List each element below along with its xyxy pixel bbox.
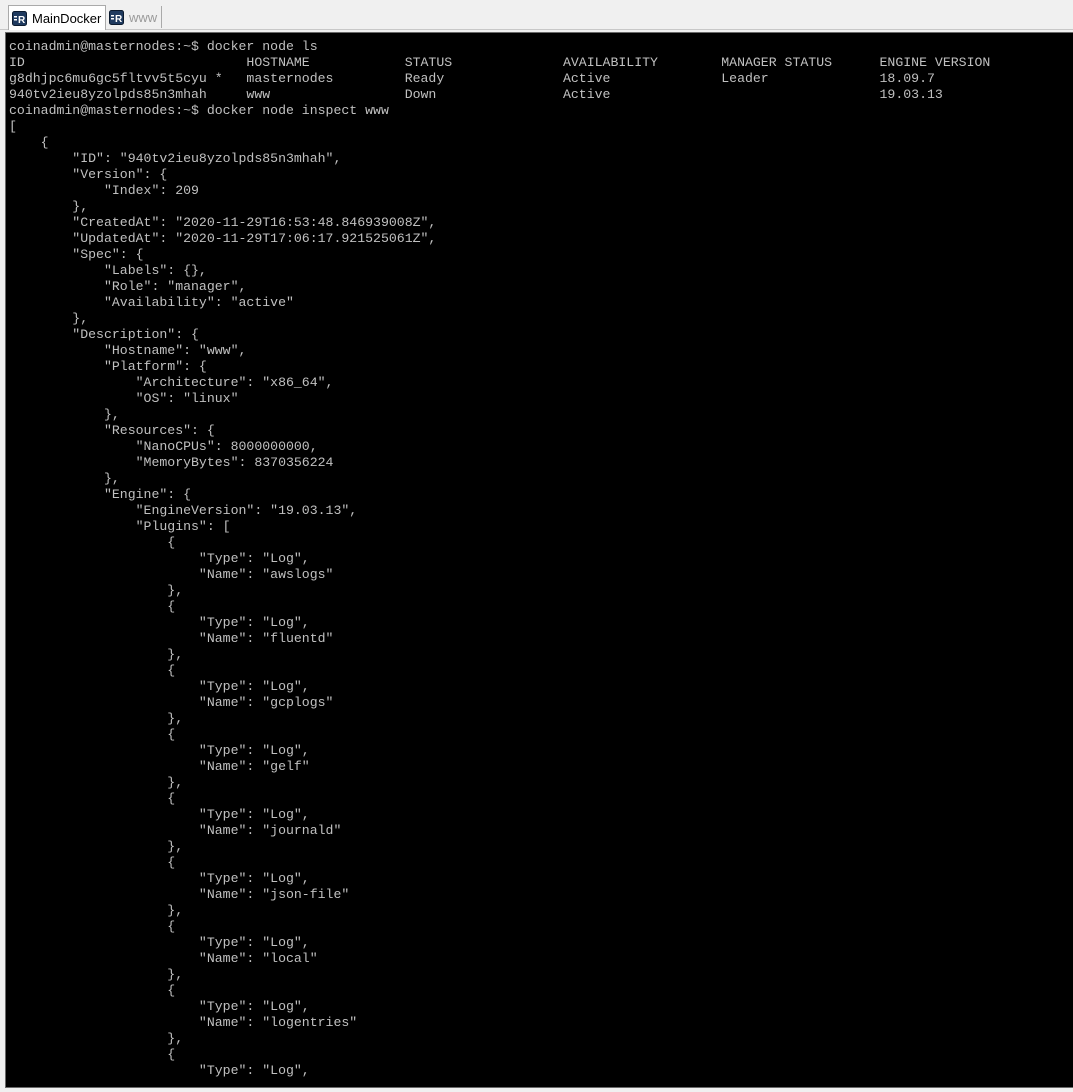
- terminal-line: "UpdatedAt": "2020-11-29T17:06:17.921525…: [9, 231, 437, 246]
- svg-text:R: R: [18, 15, 26, 26]
- terminal-line: },: [9, 311, 89, 326]
- terminal-line: },: [9, 647, 184, 662]
- terminal-line: [: [9, 119, 17, 134]
- terminal-line: {: [9, 599, 176, 614]
- app-icon: R: [12, 10, 27, 26]
- terminal-line: "Name": "awslogs": [9, 567, 334, 582]
- tab-label: www: [129, 9, 158, 25]
- terminal-line: },: [9, 903, 184, 918]
- terminal-line: "Type": "Log",: [9, 743, 310, 758]
- terminal-output[interactable]: coinadmin@masternodes:~$ docker node ls I…: [5, 32, 1073, 1088]
- tab-label: MainDocker: [32, 10, 102, 26]
- terminal-line: "EngineVersion": "19.03.13",: [9, 503, 358, 518]
- terminal-line: "Type": "Log",: [9, 551, 310, 566]
- terminal-line: },: [9, 471, 120, 486]
- terminal-line: {: [9, 135, 49, 150]
- terminal-line: "Name": "gcplogs": [9, 695, 334, 710]
- terminal-app-window: R MainDocker R www coinadmin@masternodes…: [0, 0, 1073, 1092]
- tab-www[interactable]: R www: [106, 6, 162, 28]
- terminal-line: "Name": "fluentd": [9, 631, 334, 646]
- terminal-line: },: [9, 839, 184, 854]
- terminal-line: "Availability": "active": [9, 295, 294, 310]
- terminal-line: },: [9, 711, 184, 726]
- terminal-line: {: [9, 727, 176, 742]
- terminal-line: "Name": "gelf": [9, 759, 310, 774]
- terminal-line: "MemoryBytes": 8370356224: [9, 455, 334, 470]
- terminal-line: "Type": "Log",: [9, 1063, 310, 1078]
- terminal-line: "Name": "logentries": [9, 1015, 358, 1030]
- terminal-line: "Version": {: [9, 167, 168, 182]
- terminal-line: {: [9, 1047, 176, 1062]
- terminal-line: "Type": "Log",: [9, 935, 310, 950]
- tab-bar: R MainDocker R www: [0, 0, 1073, 30]
- terminal-line: ID HOSTNAME STATUS AVAILABILITY MANAGER …: [9, 55, 991, 70]
- terminal-line: coinadmin@masternodes:~$ docker node ins…: [9, 103, 389, 118]
- terminal-line: },: [9, 583, 184, 598]
- terminal-line: {: [9, 855, 176, 870]
- terminal-line: {: [9, 535, 176, 550]
- terminal-line: "OS": "linux": [9, 391, 239, 406]
- terminal-line: "Platform": {: [9, 359, 207, 374]
- terminal-line: },: [9, 199, 89, 214]
- terminal-line: "Labels": {},: [9, 263, 207, 278]
- terminal-line: "NanoCPUs": 8000000000,: [9, 439, 318, 454]
- terminal-line: "Engine": {: [9, 487, 192, 502]
- terminal-line: 940tv2ieu8yzolpds85n3mhah www Down Activ…: [9, 87, 943, 102]
- terminal-line: "CreatedAt": "2020-11-29T16:53:48.846939…: [9, 215, 437, 230]
- terminal-lines: coinadmin@masternodes:~$ docker node ls I…: [9, 39, 990, 1079]
- terminal-line: "Type": "Log",: [9, 615, 310, 630]
- terminal-line: {: [9, 919, 176, 934]
- app-icon: R: [109, 9, 124, 25]
- terminal-line: },: [9, 1031, 184, 1046]
- terminal-line: {: [9, 791, 176, 806]
- terminal-line: },: [9, 967, 184, 982]
- terminal-line: coinadmin@masternodes:~$ docker node ls: [9, 39, 318, 54]
- terminal-line: "Name": "json-file": [9, 887, 350, 902]
- terminal-line: g8dhjpc6mu6gc5fltvv5t5cyu * masternodes …: [9, 71, 935, 86]
- terminal-line: "Spec": {: [9, 247, 144, 262]
- terminal-line: "Index": 209: [9, 183, 199, 198]
- terminal-line: "Type": "Log",: [9, 999, 310, 1014]
- terminal-line: "Name": "local": [9, 951, 318, 966]
- terminal-line: "Type": "Log",: [9, 679, 310, 694]
- terminal-line: },: [9, 775, 184, 790]
- terminal-line: "Hostname": "www",: [9, 343, 247, 358]
- terminal-line: "Name": "journald": [9, 823, 342, 838]
- terminal-line: },: [9, 407, 120, 422]
- terminal-line: "Description": {: [9, 327, 199, 342]
- terminal-line: "Plugins": [: [9, 519, 231, 534]
- svg-text:R: R: [115, 14, 123, 25]
- terminal-line: "Role": "manager",: [9, 279, 247, 294]
- terminal-line: "ID": "940tv2ieu8yzolpds85n3mhah",: [9, 151, 342, 166]
- terminal-line: "Type": "Log",: [9, 871, 310, 886]
- terminal-line: "Architecture": "x86_64",: [9, 375, 334, 390]
- tab-maindocker[interactable]: R MainDocker: [8, 5, 106, 30]
- terminal-line: "Resources": {: [9, 423, 215, 438]
- terminal-line: "Type": "Log",: [9, 807, 310, 822]
- terminal-line: {: [9, 983, 176, 998]
- terminal-line: {: [9, 663, 176, 678]
